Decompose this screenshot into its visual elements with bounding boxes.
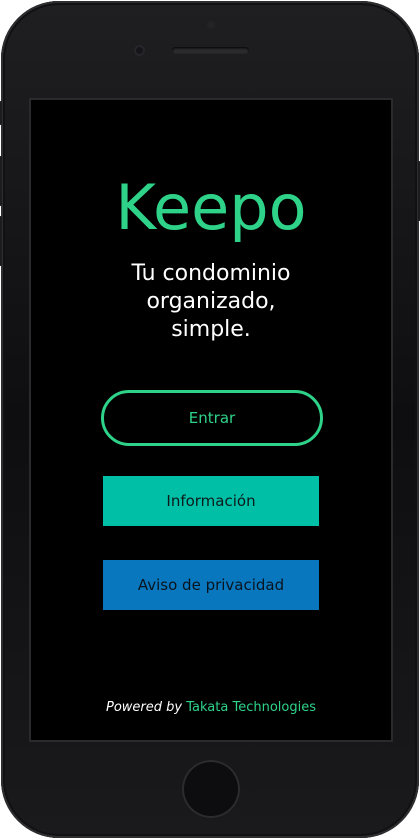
- info-button-label: Información: [166, 492, 256, 510]
- app-screen: Keepo Tu condominio organizado, simple. …: [29, 98, 393, 742]
- info-button[interactable]: Información: [103, 476, 319, 526]
- phone-frame: Keepo Tu condominio organizado, simple. …: [0, 1, 420, 838]
- login-button[interactable]: Entrar: [101, 390, 323, 446]
- privacy-button-label: Aviso de privacidad: [137, 576, 285, 594]
- app-logo: Keepo: [115, 171, 307, 244]
- proximity-sensor: [207, 21, 215, 29]
- front-camera: [134, 45, 145, 56]
- powered-by-text: Powered by: [106, 700, 183, 715]
- volume-up-button: [0, 156, 2, 206]
- mute-switch: [0, 101, 2, 125]
- login-button-label: Entrar: [188, 409, 236, 427]
- earpiece-speaker: [172, 47, 249, 54]
- company-link[interactable]: Takata Technologies: [186, 700, 316, 715]
- home-button[interactable]: [182, 760, 240, 818]
- footer: Powered by Takata Technologies: [31, 700, 391, 715]
- privacy-notice-button[interactable]: Aviso de privacidad: [103, 560, 319, 610]
- volume-down-button: [0, 216, 2, 266]
- tagline: Tu condominio organizado, simple.: [131, 261, 291, 342]
